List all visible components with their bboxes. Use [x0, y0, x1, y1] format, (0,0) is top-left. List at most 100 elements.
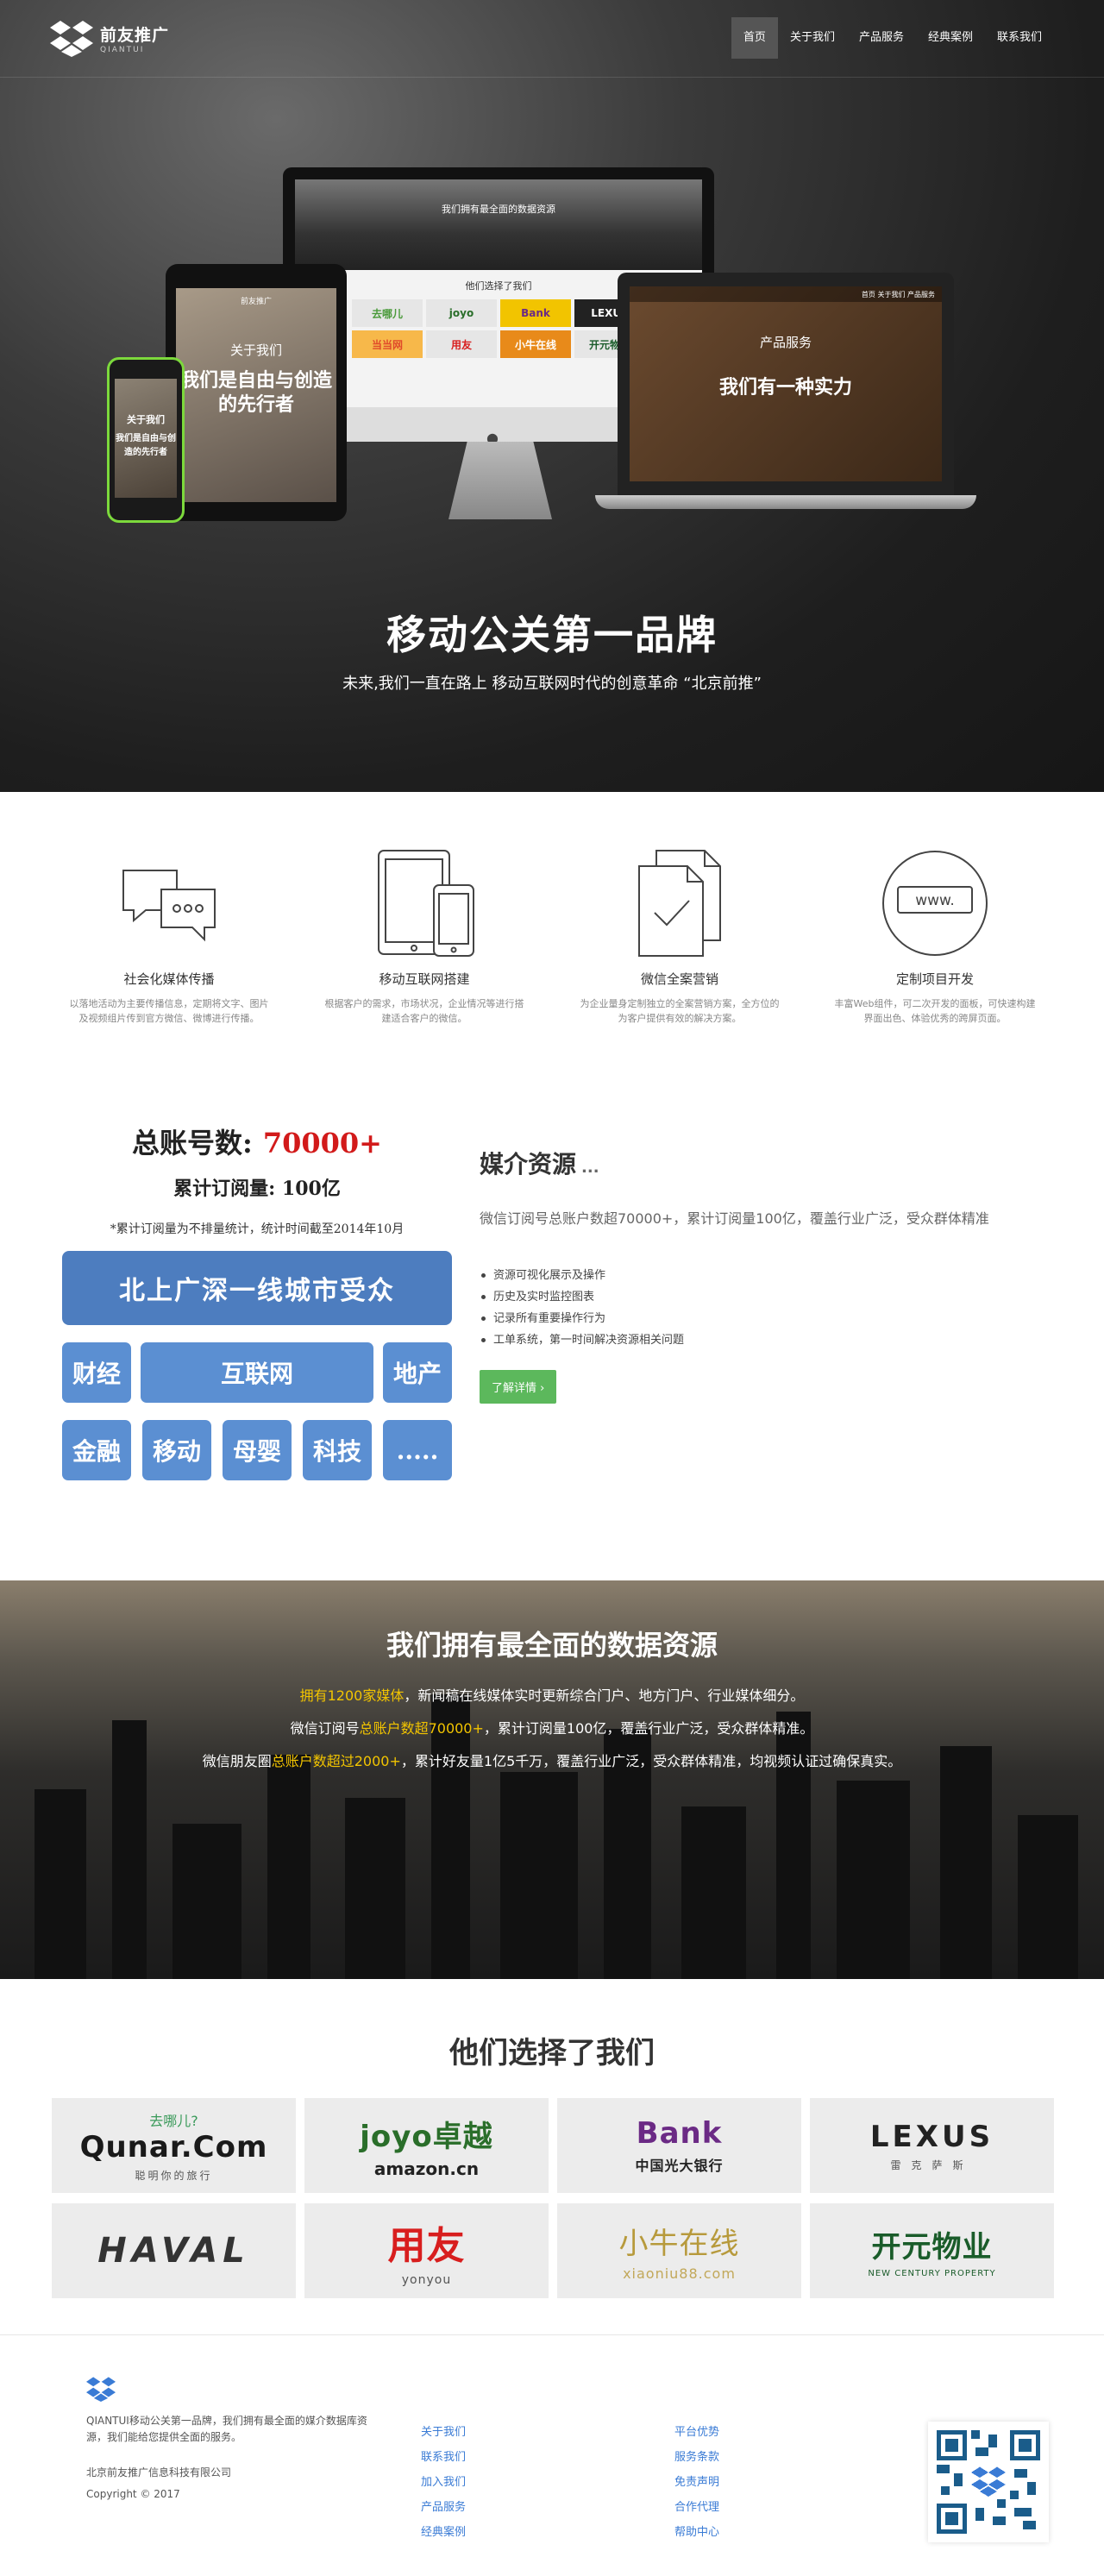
banner-highlight: 拥有1200家媒体 [299, 1687, 405, 1704]
service-card[interactable]: www. 定制项目开发 丰富Web组件，可二次开发的面板，可快速构建界面出色、体… [816, 845, 1054, 1026]
client-logo-sub: yonyou [401, 2273, 452, 2287]
nav-item-home[interactable]: 首页 [731, 17, 778, 59]
chevron-right-icon: › [540, 1382, 545, 1395]
city-building [837, 1781, 910, 1979]
client-logo-main: Bank [636, 2116, 723, 2151]
client-logo-grid: 去哪儿? Qunar.Com 聪明你的旅行 joyo卓越 amazon.cn B… [52, 2098, 1054, 2298]
client-logo-kaiyuan[interactable]: 开元物业 NEW CENTURY PROPERTY [810, 2203, 1054, 2298]
footer-link[interactable]: 产品服务 [421, 2495, 466, 2520]
client-logo-qunar[interactable]: 去哪儿? Qunar.Com 聪明你的旅行 [52, 2098, 296, 2193]
footer-link[interactable]: 联系我们 [421, 2445, 466, 2470]
service-title: 社会化媒体传播 [123, 971, 215, 987]
client-logo-sub: amazon.cn [373, 2158, 480, 2179]
nav-item-contact[interactable]: 联系我们 [985, 17, 1054, 59]
mini-logo: joyo [426, 299, 497, 327]
footer-link[interactable]: 加入我们 [421, 2470, 466, 2495]
client-logo-main: 开元物业 [871, 2230, 993, 2265]
qr-code-icon [937, 2430, 1040, 2534]
learn-more-label: 了解详情 [492, 1382, 537, 1395]
phone-slogan: 我们是自由与创造的先行者 [116, 434, 176, 457]
total-accounts-value: 70000+ [262, 1127, 382, 1159]
site-logo[interactable]: 前友推广 QIANTUI [50, 19, 169, 57]
footer-link[interactable]: 平台优势 [674, 2420, 719, 2445]
client-logo-xiaoniu[interactable]: 小牛在线 xiaoniu88.com [557, 2203, 801, 2298]
client-logo-main: HAVAL [97, 2231, 250, 2271]
banner-line-2: 微信订阅号总账户数超70000+，累计订阅量100亿，覆盖行业广泛，受众群体精准… [0, 1717, 1104, 1737]
media-title-text: 媒介资源 [480, 1150, 577, 1178]
tablet-screen: 前友推广 关于我们 我们是自由与创造的先行者 [176, 288, 336, 502]
client-logo-main: Qunar.Com [79, 2129, 268, 2164]
client-logo-joyo[interactable]: joyo卓越 amazon.cn [304, 2098, 549, 2193]
service-title: 移动互联网搭建 [379, 971, 470, 987]
top-navbar: 前友推广 QIANTUI 首页 关于我们 产品服务 经典案例 联系我们 [0, 0, 1104, 78]
laptop-slogan: 我们有一种实力 [718, 377, 852, 399]
nav-item-products[interactable]: 产品服务 [847, 17, 916, 59]
site-footer: QIANTUI移动公关第一品牌，我们拥有最全面的媒介数据库资源，我们能给您提供全… [0, 2334, 1104, 2576]
service-card[interactable]: 社会化媒体传播 以落地活动为主要传播信息，定期将文字、图片及视频组片传到官方微信… [50, 845, 288, 1026]
industry-tag: 母婴 [223, 1420, 292, 1480]
client-logo-sub: 雷克萨斯 [890, 2158, 974, 2171]
client-logo-cebbank[interactable]: Bank 中国光大银行 [557, 2098, 801, 2193]
client-logo-sub: 中国光大银行 [635, 2158, 724, 2174]
nav-item-cases[interactable]: 经典案例 [916, 17, 985, 59]
banner-highlight: 总账户数超过2000+ [271, 1753, 401, 1769]
phone-screen: 关于我们 我们是自由与创造的先行者 [115, 379, 177, 498]
client-logo-main: joyo卓越 [360, 2119, 493, 2154]
city-building [267, 1755, 310, 1979]
banner-line-1: 拥有1200家媒体，新闻稿在线媒体实时更新综合门户、地方门户、行业媒体细分。 [0, 1684, 1104, 1705]
service-card[interactable]: 微信全案营销 为企业量身定制独立的全案营销方案，全方位的为客户提供有效的解决方案… [561, 845, 799, 1026]
laptop-mockup: 首页 关于我们 产品服务 产品服务 我们有一种实力 [618, 273, 954, 495]
client-logo-sub: NEW CENTURY PROPERTY [868, 2269, 996, 2278]
client-logo-lexus[interactable]: LEXUS 雷克萨斯 [810, 2098, 1054, 2193]
list-item: 历史及实时监控图表 [480, 1286, 1040, 1308]
tag-row-2: 金融 移动 母婴 科技 ..... [62, 1420, 452, 1480]
footer-link[interactable]: 合作代理 [674, 2495, 719, 2520]
banner-highlight: 总账户数超70000+ [359, 1720, 484, 1737]
imac-heading: 我们拥有最全面的数据资源 [442, 204, 555, 215]
service-card[interactable]: 移动互联网搭建 根据客户的需求，市场状况，企业情况等进行搭建适合客户的微信。 [305, 845, 543, 1026]
logo-english: QIANTUI [100, 45, 145, 54]
laptop-title: 产品服务 [759, 335, 812, 350]
laptop-screen: 首页 关于我们 产品服务 产品服务 我们有一种实力 [630, 286, 942, 481]
banner-text: ，新闻稿在线媒体实时更新综合门户、地方门户、行业媒体细分。 [404, 1687, 805, 1704]
stats-graphic: 总账号数: 70000+ 累计订阅量: 100亿 *累计订阅量为不排量统计，统计时… [62, 1122, 452, 1480]
city-building [1018, 1815, 1078, 1979]
industry-tag: ..... [383, 1420, 452, 1480]
footer-link[interactable]: 服务条款 [674, 2445, 719, 2470]
logo-name: 前友推广 [100, 25, 170, 45]
client-logo-haval[interactable]: HAVAL [52, 2203, 296, 2298]
chat-bubbles-icon [122, 870, 216, 942]
imac-screen-banner: 我们拥有最全面的数据资源 [295, 179, 702, 270]
banner-text: 微信订阅号 [290, 1720, 360, 1737]
industry-tag: 互联网 [141, 1342, 373, 1403]
services-section: 社会化媒体传播 以落地活动为主要传播信息，定期将文字、图片及视频组片传到官方微信… [50, 845, 1054, 1026]
footer-link[interactable]: 关于我们 [421, 2420, 466, 2445]
laptop-nav: 首页 关于我们 产品服务 [630, 286, 942, 302]
list-item: 记录所有重要操作行为 [480, 1308, 1040, 1329]
client-logo-main: LEXUS [869, 2119, 994, 2154]
learn-more-button[interactable]: 了解详情 › [480, 1370, 557, 1404]
nav-item-about[interactable]: 关于我们 [778, 17, 847, 59]
client-logo-main: 用友 [387, 2224, 466, 2268]
tag-row-1: 财经 互联网 地产 [62, 1342, 452, 1403]
stats-note: *累计订阅量为不排量统计，统计时间截至2014年10月 [110, 1222, 405, 1236]
total-accounts-label: 总账号数: [132, 1127, 253, 1159]
footer-link[interactable]: 经典案例 [421, 2520, 466, 2545]
service-desc: 以落地活动为主要传播信息，定期将文字、图片及视频组片传到官方微信、微博进行传播。 [69, 998, 269, 1024]
mini-logo: 用友 [426, 330, 497, 358]
phone-title: 关于我们 [127, 414, 165, 425]
city-building [34, 1789, 86, 1979]
tablet-title: 关于我们 [229, 342, 282, 358]
footer-link[interactable]: 帮助中心 [674, 2520, 719, 2545]
media-title-suffix: ... [581, 1159, 599, 1177]
footer-link[interactable]: 免责声明 [674, 2470, 719, 2495]
media-resources: 媒介资源... 微信订阅号总账户数超70000+，累计订阅量100亿，覆盖行业广… [480, 1146, 1040, 1404]
media-title: 媒介资源... [480, 1146, 1040, 1180]
client-logo-top: 去哪儿? [149, 2112, 198, 2129]
clients-title: 他们选择了我们 [449, 2036, 655, 2070]
client-logo-yonyou[interactable]: 用友 yonyou [304, 2203, 549, 2298]
total-accounts: 总账号数: 70000+ [62, 1122, 452, 1161]
service-title: 微信全案营销 [640, 971, 718, 987]
tablet-mockup: 前友推广 关于我们 我们是自由与创造的先行者 [166, 264, 347, 521]
total-reads: 累计订阅量: 100亿 [173, 1178, 341, 1200]
